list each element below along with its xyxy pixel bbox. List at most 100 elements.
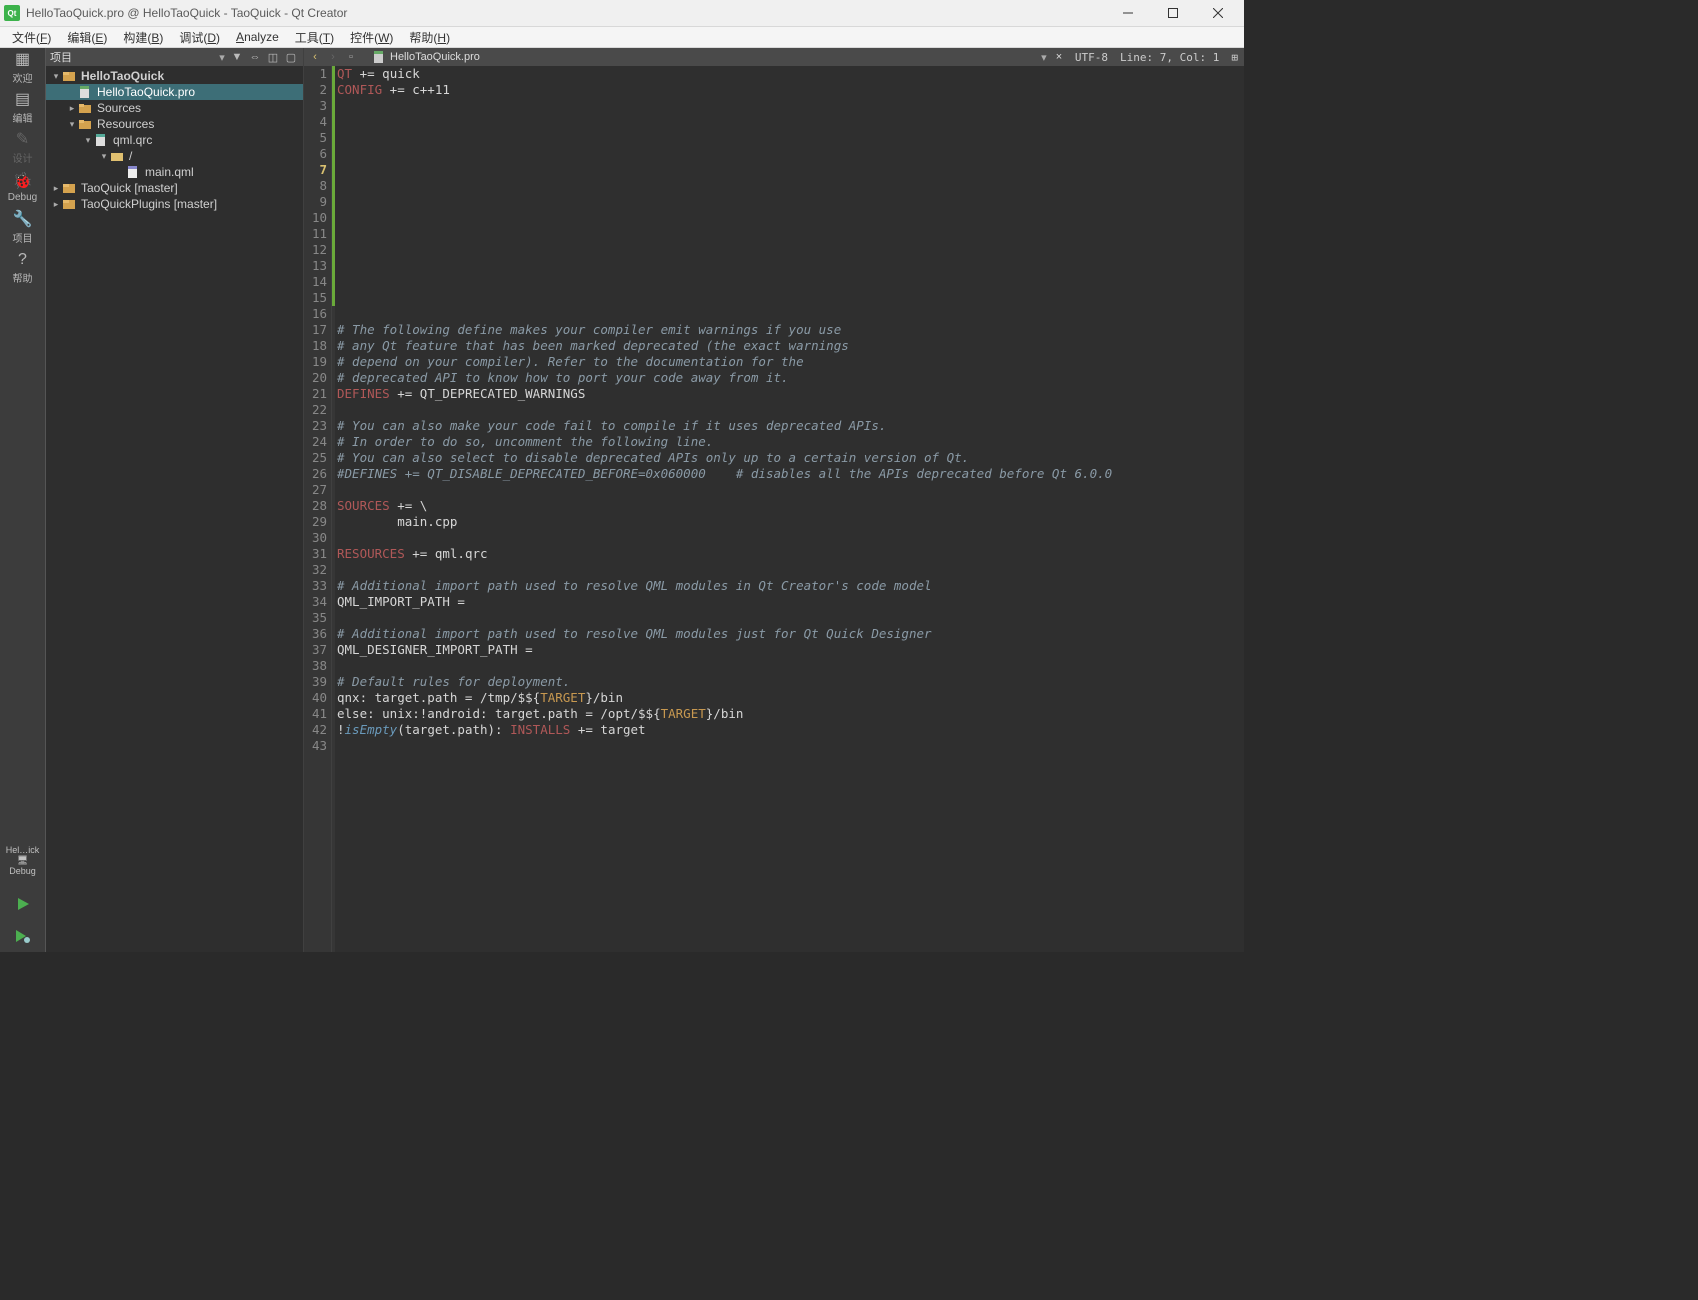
tree-item[interactable]: ▸TaoQuickPlugins [master] (46, 196, 303, 212)
menu-w[interactable]: 控件(W) (342, 27, 401, 48)
sidebar-dropdown-icon[interactable]: ▾ (217, 51, 227, 64)
close-pane-icon[interactable]: ▢ (283, 51, 299, 64)
tree-expander-icon[interactable]: ▸ (50, 183, 62, 194)
code-line[interactable] (337, 658, 1244, 674)
line-number[interactable]: 4 (308, 114, 327, 130)
line-number[interactable]: 39 (308, 674, 327, 690)
filter-icon[interactable]: ▼ (229, 51, 245, 63)
code-line[interactable] (337, 290, 1244, 306)
code-line[interactable]: DEFINES += QT_DEPRECATED_WARNINGS (337, 386, 1244, 402)
code-editor[interactable]: 1234567891011121314151617181920212223242… (304, 66, 1244, 952)
line-number[interactable]: 31 (308, 546, 327, 562)
line-number[interactable]: 7 (308, 162, 327, 178)
line-number[interactable]: 1 (308, 66, 327, 82)
split-editor-icon[interactable]: ⊞ (1231, 51, 1238, 64)
tree-item[interactable]: ▸TaoQuick [master] (46, 180, 303, 196)
code-line[interactable] (337, 306, 1244, 322)
tree-item[interactable]: ▾/ (46, 148, 303, 164)
code-line[interactable] (337, 178, 1244, 194)
line-number[interactable]: 13 (308, 258, 327, 274)
code-line[interactable]: RESOURCES += qml.qrc (337, 546, 1244, 562)
code-line[interactable]: CONFIG += c++11 (337, 82, 1244, 98)
code-line[interactable]: # deprecated API to know how to port you… (337, 370, 1244, 386)
open-file-tab[interactable]: HelloTaoQuick.pro (372, 50, 480, 64)
code-line[interactable]: SOURCES += \ (337, 498, 1244, 514)
maximize-button[interactable] (1150, 0, 1195, 26)
line-number[interactable]: 2 (308, 82, 327, 98)
menu-e[interactable]: 编辑(E) (59, 27, 115, 48)
code-line[interactable] (337, 162, 1244, 178)
code-line[interactable] (337, 242, 1244, 258)
code-line[interactable] (337, 610, 1244, 626)
code-line[interactable]: else: unix:!android: target.path = /opt/… (337, 706, 1244, 722)
line-number[interactable]: 35 (308, 610, 327, 626)
code-line[interactable]: # Default rules for deployment. (337, 674, 1244, 690)
line-number[interactable]: 24 (308, 434, 327, 450)
code-line[interactable] (337, 402, 1244, 418)
tree-expander-icon[interactable]: ▾ (98, 151, 110, 162)
code-line[interactable] (337, 482, 1244, 498)
tree-item[interactable]: HelloTaoQuick.pro (46, 84, 303, 100)
code-line[interactable]: QT += quick (337, 66, 1244, 82)
code-line[interactable]: !isEmpty(target.path): INSTALLS += targe… (337, 722, 1244, 738)
line-number[interactable]: 30 (308, 530, 327, 546)
project-tree[interactable]: ▾HelloTaoQuickHelloTaoQuick.pro▸Sources▾… (46, 66, 303, 952)
line-number[interactable]: 22 (308, 402, 327, 418)
code-line[interactable] (337, 738, 1244, 754)
code-line[interactable]: # The following define makes your compil… (337, 322, 1244, 338)
code-line[interactable] (337, 146, 1244, 162)
run-button[interactable] (0, 888, 45, 920)
code-line[interactable]: # depend on your compiler). Refer to the… (337, 354, 1244, 370)
line-number-gutter[interactable]: 1234567891011121314151617181920212223242… (304, 66, 332, 952)
mode-welcome[interactable]: ▦ 欢迎 (0, 48, 45, 88)
menu-a[interactable]: Analyze (228, 28, 287, 46)
menu-t[interactable]: 工具(T) (287, 27, 342, 48)
code-line[interactable] (337, 226, 1244, 242)
line-number[interactable]: 12 (308, 242, 327, 258)
code-content[interactable]: QT += quickCONFIG += c++11 # The followi… (335, 66, 1244, 952)
close-button[interactable] (1195, 0, 1240, 26)
code-line[interactable] (337, 562, 1244, 578)
line-number[interactable]: 26 (308, 466, 327, 482)
line-number[interactable]: 18 (308, 338, 327, 354)
tree-item[interactable]: ▸Sources (46, 100, 303, 116)
mode-projects[interactable]: 🔧 项目 (0, 208, 45, 248)
tree-item[interactable]: ▾qml.qrc (46, 132, 303, 148)
line-number[interactable]: 36 (308, 626, 327, 642)
line-number[interactable]: 43 (308, 738, 327, 754)
line-number[interactable]: 10 (308, 210, 327, 226)
mode-debug[interactable]: 🐞 Debug (0, 168, 45, 208)
bookmark-icon[interactable]: ▫ (344, 51, 358, 63)
code-line[interactable]: QML_DESIGNER_IMPORT_PATH = (337, 642, 1244, 658)
status-encoding[interactable]: UTF-8 (1075, 51, 1108, 64)
line-number[interactable]: 37 (308, 642, 327, 658)
code-line[interactable] (337, 274, 1244, 290)
code-line[interactable]: # You can also select to disable depreca… (337, 450, 1244, 466)
nav-back-icon[interactable]: ‹ (308, 51, 322, 63)
code-line[interactable]: main.cpp (337, 514, 1244, 530)
code-line[interactable]: # You can also make your code fail to co… (337, 418, 1244, 434)
line-number[interactable]: 41 (308, 706, 327, 722)
code-line[interactable] (337, 98, 1244, 114)
code-line[interactable]: #DEFINES += QT_DISABLE_DEPRECATED_BEFORE… (337, 466, 1244, 482)
code-line[interactable]: # In order to do so, uncomment the follo… (337, 434, 1244, 450)
status-position[interactable]: Line: 7, Col: 1 (1120, 51, 1219, 64)
split-icon[interactable]: ◫ (265, 51, 281, 64)
line-number[interactable]: 20 (308, 370, 327, 386)
line-number[interactable]: 42 (308, 722, 327, 738)
line-number[interactable]: 32 (308, 562, 327, 578)
tree-expander-icon[interactable]: ▸ (50, 199, 62, 210)
line-number[interactable]: 5 (308, 130, 327, 146)
run-debug-button[interactable] (0, 920, 45, 952)
code-line[interactable]: qnx: target.path = /tmp/$${TARGET}/bin (337, 690, 1244, 706)
combo-dropdown-icon[interactable]: ▾ (1039, 51, 1049, 64)
menu-d[interactable]: 调试(D) (171, 27, 228, 48)
code-line[interactable] (337, 194, 1244, 210)
code-line[interactable] (337, 130, 1244, 146)
line-number[interactable]: 29 (308, 514, 327, 530)
menu-f[interactable]: 文件(F) (4, 27, 59, 48)
line-number[interactable]: 40 (308, 690, 327, 706)
mode-help[interactable]: ? 帮助 (0, 248, 45, 288)
code-line[interactable]: # Additional import path used to resolve… (337, 578, 1244, 594)
line-number[interactable]: 23 (308, 418, 327, 434)
